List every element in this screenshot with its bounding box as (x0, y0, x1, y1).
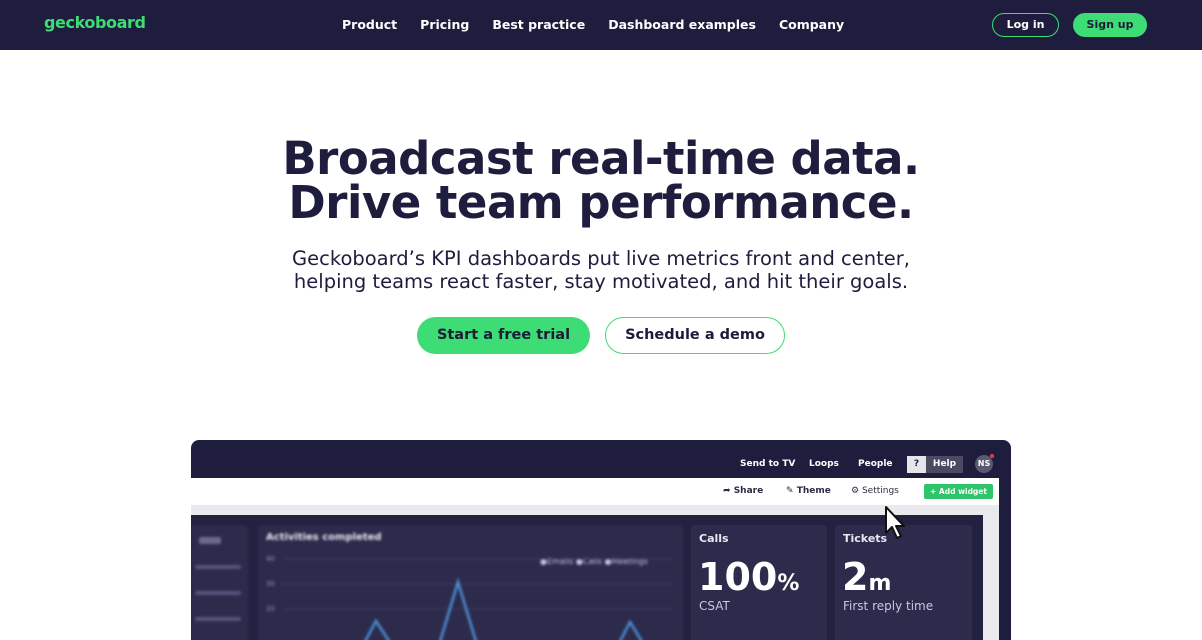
add-widget-button[interactable]: + Add widget (924, 484, 993, 499)
tickets-title: Tickets (843, 532, 888, 545)
start-free-trial-button[interactable]: Start a free trial (417, 317, 590, 354)
dashboard-preview: Send to TV Loops People ? Help NS ➦ Shar… (191, 440, 1011, 640)
hero-title-line2: Drive team performance. (288, 176, 914, 229)
nav-link-company[interactable]: Company (779, 17, 844, 32)
dashboard-grid: Activities completed ●Emails ●Calls ●Mee… (191, 515, 983, 640)
nav-link-pricing[interactable]: Pricing (420, 17, 469, 32)
tickets-unit: m (868, 571, 892, 596)
theme-button[interactable]: ✎ Theme (786, 486, 831, 496)
help-button[interactable]: Help (926, 456, 963, 473)
nav-link-product[interactable]: Product (342, 17, 397, 32)
tickets-widget[interactable]: Tickets 2m First reply time (835, 525, 972, 640)
activities-line-chart (282, 558, 673, 640)
share-button[interactable]: ➦ Share (723, 486, 763, 496)
nav-links: Product Pricing Best practice Dashboard … (342, 17, 867, 32)
share-label: Share (733, 486, 764, 496)
gear-icon: ⚙ (851, 486, 862, 496)
partial-widget-left (191, 525, 248, 640)
brush-icon: ✎ (786, 486, 797, 496)
help-question-icon[interactable]: ? (907, 456, 926, 473)
settings-label: Settings (861, 486, 899, 496)
schedule-demo-button[interactable]: Schedule a demo (605, 317, 785, 354)
theme-label: Theme (796, 486, 831, 496)
login-button[interactable]: Log in (992, 13, 1059, 37)
tickets-number: 2 (842, 555, 869, 599)
dashboard-canvas: Activities completed ●Emails ●Calls ●Mee… (191, 505, 999, 640)
nav-link-dashboard-examples[interactable]: Dashboard examples (608, 17, 756, 32)
calls-value: 100% (698, 555, 799, 599)
settings-button[interactable]: ⚙ Settings (851, 486, 899, 496)
hero-subtitle-line1: Geckoboard’s KPI dashboards put live met… (292, 247, 910, 270)
tickets-value: 2m (842, 555, 891, 599)
signup-button[interactable]: Sign up (1073, 13, 1147, 37)
calls-label: CSAT (699, 599, 730, 613)
calls-number: 100 (698, 555, 778, 599)
hero-title-line1: Broadcast real-time data. (282, 132, 920, 185)
calls-widget[interactable]: Calls 100% CSAT (691, 525, 827, 640)
hero-subtitle-line2: helping teams react faster, stay motivat… (293, 270, 909, 293)
geckoboard-logo[interactable]: geckoboard (44, 13, 146, 32)
calls-title: Calls (699, 532, 729, 545)
nav-link-best-practice[interactable]: Best practice (492, 17, 585, 32)
people-link[interactable]: People (858, 459, 893, 469)
share-icon: ➦ (723, 486, 734, 496)
tickets-label: First reply time (843, 599, 934, 613)
loops-link[interactable]: Loops (809, 459, 839, 469)
notification-dot (990, 454, 994, 458)
top-nav: geckoboard Product Pricing Best practice… (0, 0, 1202, 50)
send-to-tv-link[interactable]: Send to TV (740, 459, 795, 469)
activities-widget[interactable]: Activities completed ●Emails ●Calls ●Mee… (258, 525, 683, 640)
mouse-cursor-icon (885, 506, 905, 539)
dashboard-toolbar: ➦ Share ✎ Theme ⚙ Settings + Add widget (191, 478, 999, 505)
calls-unit: % (777, 571, 800, 596)
